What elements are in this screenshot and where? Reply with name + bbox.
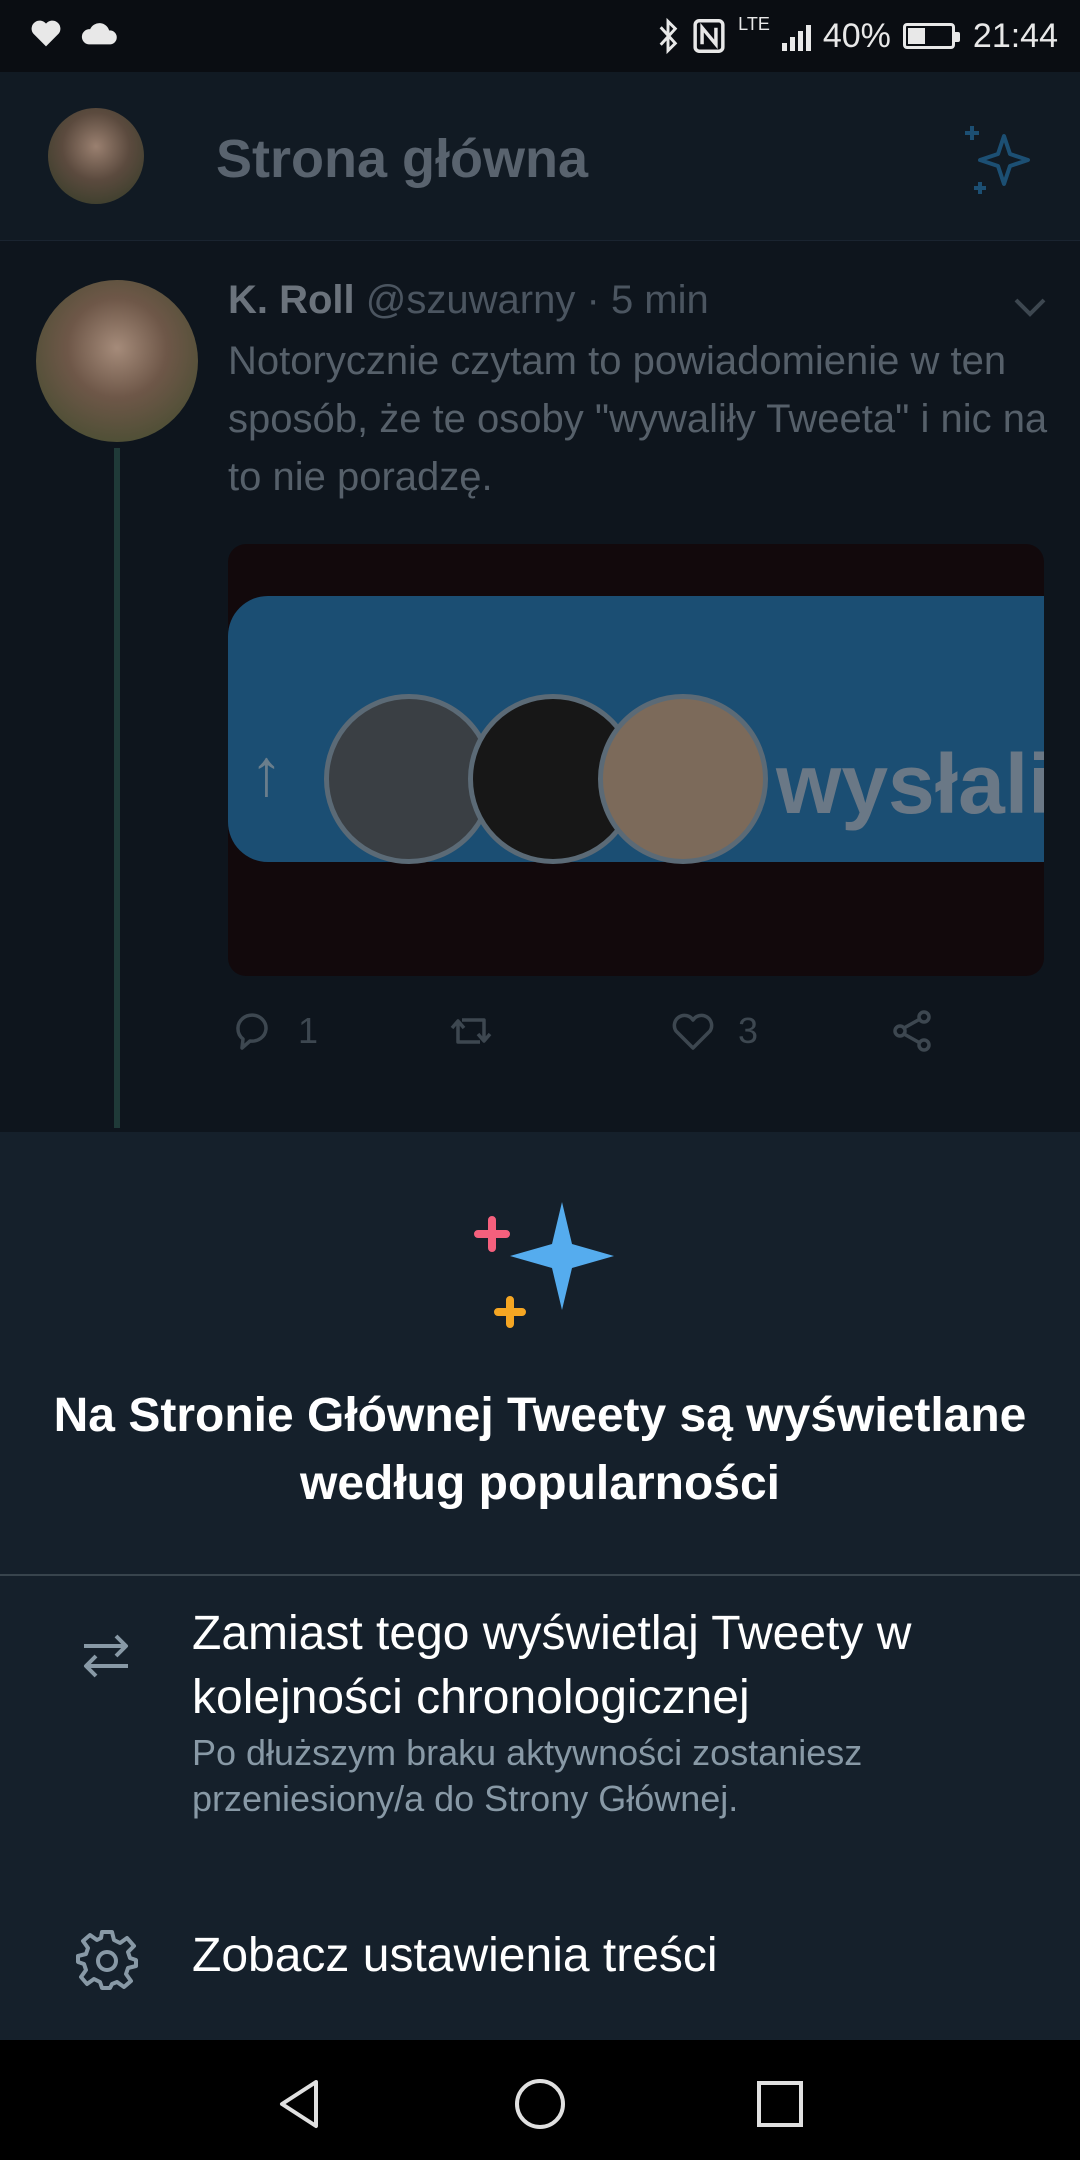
sheet-title: Na Stronie Głównej Tweety są wyświetlane… <box>53 1389 1027 1510</box>
network-type: LTE <box>738 14 770 34</box>
recents-icon[interactable] <box>752 2076 808 2132</box>
tweet-text: Notorycznie czytam to powiadomienie w te… <box>228 339 1048 499</box>
tweet-media-image[interactable]: ↑ wysłali <box>228 544 1044 976</box>
battery-percent: 40% <box>822 17 891 55</box>
share-icon <box>893 1010 931 1052</box>
retweet-icon <box>450 1018 492 1044</box>
nfc-icon <box>693 19 725 53</box>
chronological-option-title: Zamiast tego wyświetlaj Tweety w kolejno… <box>192 1607 912 1724</box>
media-avatar <box>598 694 768 864</box>
cloud-icon <box>81 23 117 45</box>
heart-icon <box>31 20 61 47</box>
like-button[interactable]: 3 <box>668 1006 758 1056</box>
timeline-sort-sheet: Na Stronie Głównej Tweety są wyświetlane… <box>0 1132 1080 2040</box>
tweet[interactable]: K. Roll @szuwarny · 5 min Notorycznie cz… <box>0 242 1080 1132</box>
tweet-author-name[interactable]: K. Roll <box>228 278 355 322</box>
tweet-header: K. Roll @szuwarny · 5 min <box>228 278 709 323</box>
page-title: Strona główna <box>216 129 589 189</box>
reply-button[interactable]: 1 <box>228 1006 318 1056</box>
chevron-down-icon[interactable] <box>1010 292 1050 322</box>
gear-icon <box>76 1930 138 1990</box>
system-navigation-bar <box>0 2040 1080 2160</box>
like-count: 3 <box>738 1010 759 1051</box>
home-icon[interactable] <box>512 2076 568 2132</box>
signal-icon <box>781 21 811 51</box>
tweet-handle: @szuwarny <box>365 278 576 322</box>
media-notification-band: ↑ wysłali <box>228 596 1044 864</box>
thread-line <box>114 448 120 1128</box>
chronological-option-subtitle: Po dłuższym braku aktywności zostaniesz … <box>192 1732 863 1819</box>
share-button[interactable] <box>888 1006 938 1056</box>
profile-avatar[interactable] <box>48 108 144 204</box>
tweet-separator: · <box>586 278 600 322</box>
back-icon[interactable] <box>272 2076 328 2132</box>
sparkle-icon[interactable] <box>960 120 1040 200</box>
swap-arrows-icon <box>84 1634 128 1678</box>
tweet-time: 5 min <box>610 278 709 322</box>
status-bar: LTE 40% 21:44 <box>0 0 1080 72</box>
heart-outline-icon <box>672 1013 714 1050</box>
tweet-author-avatar[interactable] <box>36 280 198 442</box>
home-timeline: Strona główna K. Roll @szuwarny · 5 min … <box>0 72 1080 1132</box>
status-time: 21:44 <box>972 17 1058 55</box>
divider <box>0 1574 1080 1576</box>
content-settings-label: Zobacz ustawienia treści <box>192 1929 718 1982</box>
media-text: wysłali <box>776 737 1044 831</box>
sparkle-icon <box>474 1202 614 1328</box>
tweet-actions: 1 3 <box>228 1006 988 1066</box>
top-app-bar: Strona główna <box>0 72 1080 241</box>
battery-level <box>907 28 925 44</box>
battery-icon <box>902 23 960 49</box>
retweet-button[interactable] <box>446 1006 516 1056</box>
arrow-up-icon: ↑ <box>250 735 283 809</box>
reply-count: 1 <box>298 1010 319 1051</box>
reply-icon <box>236 1013 268 1050</box>
bluetooth-icon <box>659 17 678 55</box>
